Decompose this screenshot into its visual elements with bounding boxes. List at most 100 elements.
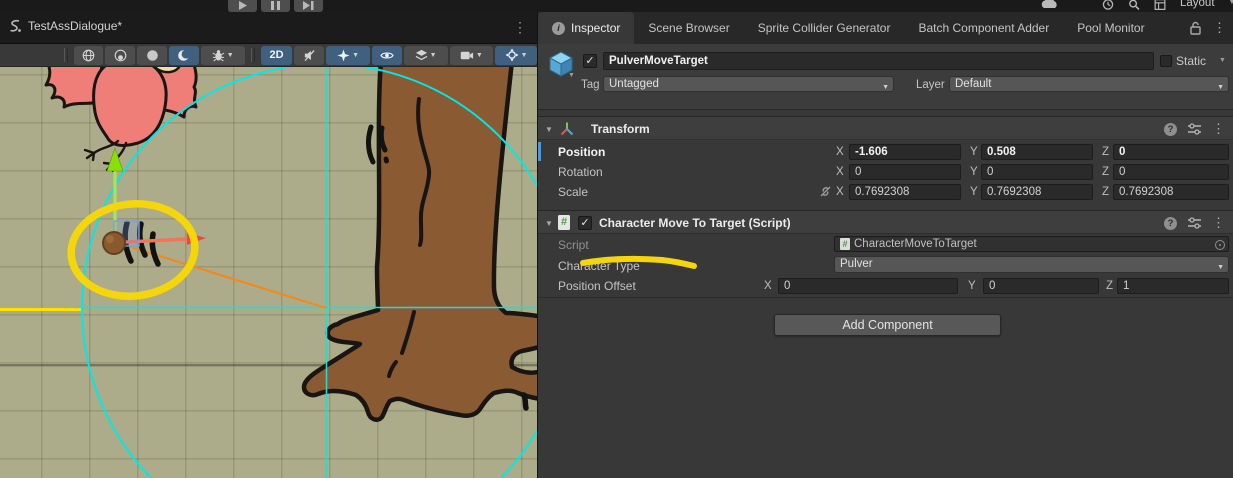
object-picker-icon[interactable] [1215,240,1225,250]
tag-value: Untagged [609,78,659,90]
layout-caret-icon[interactable]: ▼ [1229,0,1233,6]
gameobject-name-field[interactable]: PulverMoveTarget [603,52,1154,70]
component-menu-icon[interactable]: ⋮ [1212,121,1225,137]
target-dot-sprite [103,232,125,254]
position-y-field[interactable]: 0.508 [981,144,1093,160]
prefab-override-bar [538,142,541,161]
shaded-sphere-icon [114,49,127,62]
layers-button[interactable]: ▼ [404,46,448,65]
lighting-toggle-button[interactable] [169,46,199,65]
tab-scene-browser[interactable]: Scene Browser [634,12,743,44]
component-menu-icon[interactable]: ⋮ [1212,215,1225,231]
transform-title: Transform [591,122,650,136]
transform-foldout-icon[interactable]: ▼ [545,125,553,134]
play-button[interactable] [228,0,257,12]
audio-mute-toggle-button[interactable] [294,46,324,65]
rotation-label: Rotation [558,165,603,179]
script-object-field[interactable]: # CharacterMoveToTarget [834,236,1229,252]
inspector-body: ▼ ✓ PulverMoveTarget Static ▼ Tag Untagg… [538,44,1233,478]
2d-mode-label: 2D [269,49,283,61]
tag-dropdown[interactable]: Untagged ▼ [603,76,894,92]
history-clock-icon[interactable] [1102,0,1114,10]
gameobject-icon-caret[interactable]: ▼ [568,72,575,79]
scale-label: Scale [558,185,588,199]
scene-tab-title: TestAssDialogue* [28,19,122,33]
2d-mode-toggle-button[interactable]: 2D [261,46,293,65]
tab-label: Scene Browser [648,21,729,35]
axis-x-label: X [836,186,844,198]
gizmo-orientation-icon [505,48,519,62]
constrain-proportions-icon[interactable] [819,185,832,198]
axis-z-label: Z [1106,280,1113,292]
shading-shaded-sphere-button[interactable] [105,46,135,65]
tally-mark-edge [524,395,526,408]
scene-viewport[interactable] [0,67,537,478]
offset-y-field[interactable]: 0 [983,278,1099,294]
offset-z-field[interactable]: 1 [1117,278,1229,294]
eye-icon [380,49,394,62]
camera-settings-button[interactable]: ▼ [450,46,494,65]
script-foldout-icon[interactable]: ▼ [545,219,553,228]
scene-view-toolbar: ▼ 2D ▼ ▼ ▼ ▼ [0,44,537,67]
main-toolbar: Layout ▼ [0,0,1233,12]
shading-solid-sphere-button[interactable] [137,46,167,65]
layers-caret-icon: ▼ [430,52,437,59]
position-x-field[interactable]: -1.606 [849,144,961,160]
debug-caret-icon: ▼ [227,52,234,59]
script-asset-icon: # [840,238,850,250]
transform-header[interactable]: ▼ Transform ? ⋮ [538,116,1233,140]
toolbar-separator [251,48,255,62]
character-type-caret-icon: ▼ [1217,261,1224,275]
tab-label: Pool Monitor [1077,21,1144,35]
static-label: Static [1176,54,1206,68]
gameobject-active-checkbox[interactable]: ✓ [583,54,597,68]
shading-wireframe-sphere-button[interactable] [74,46,104,65]
layer-label: Layer [916,79,945,91]
script-enabled-checkbox[interactable]: ✓ [578,216,592,230]
rotation-z-field[interactable]: 0 [1113,164,1229,180]
search-icon[interactable] [1128,0,1140,10]
cloud-icon[interactable] [1040,0,1060,9]
scene-visibility-button[interactable] [372,46,402,65]
scale-z-field[interactable]: 0.7692308 [1113,184,1229,200]
help-icon[interactable]: ? [1164,217,1177,230]
camera-icon [460,49,474,61]
effects-toggle-button[interactable]: ▼ [326,46,370,65]
target-dot-highlight [106,235,114,243]
tab-inspector[interactable]: i Inspector [538,12,634,44]
axis-y-label: Y [970,166,978,178]
layout-dropdown-label[interactable]: Layout [1180,0,1215,9]
layer-dropdown[interactable]: Default ▼ [949,76,1229,92]
inspector-panel: i Inspector Scene Browser Sprite Collide… [537,12,1233,478]
play-icon [238,1,248,10]
gizmos-button[interactable]: ▼ [495,46,537,65]
crescent-moon-icon [177,49,190,62]
position-offset-label: Position Offset [558,279,636,293]
static-caret-icon[interactable]: ▼ [1219,57,1226,64]
axis-y-label: Y [970,146,978,158]
presets-icon[interactable] [1188,217,1201,229]
tab-pool-monitor[interactable]: Pool Monitor [1063,12,1158,44]
pause-button[interactable] [261,0,290,12]
script-component-header[interactable]: ▼ # ✓ Character Move To Target (Script) … [538,210,1233,234]
tab-sprite-collider-generator[interactable]: Sprite Collider Generator [744,12,905,44]
inspector-menu-icon[interactable]: ⋮ [1213,20,1226,36]
tab-batch-component-adder[interactable]: Batch Component Adder [904,12,1063,44]
help-icon[interactable]: ? [1164,123,1177,136]
position-z-field[interactable]: 0 [1113,144,1229,160]
scene-tab-menu-icon[interactable]: ⋮ [513,19,527,36]
rotation-x-field[interactable]: 0 [849,164,961,180]
rotation-y-field[interactable]: 0 [981,164,1093,180]
character-type-dropdown[interactable]: Pulver ▼ [834,256,1229,273]
offset-x-field[interactable]: 0 [778,278,958,294]
scale-y-field[interactable]: 0.7692308 [981,184,1093,200]
add-component-button[interactable]: Add Component [774,314,1001,336]
scene-tab[interactable]: TestAssDialogue* [8,19,122,33]
debug-options-button[interactable]: ▼ [201,46,245,65]
presets-icon[interactable] [1188,123,1201,135]
layout-grid-icon [1154,0,1166,10]
static-checkbox[interactable] [1160,55,1172,67]
lock-icon[interactable] [1190,21,1201,35]
scale-x-field[interactable]: 0.7692308 [849,184,961,200]
step-button[interactable] [294,0,323,12]
